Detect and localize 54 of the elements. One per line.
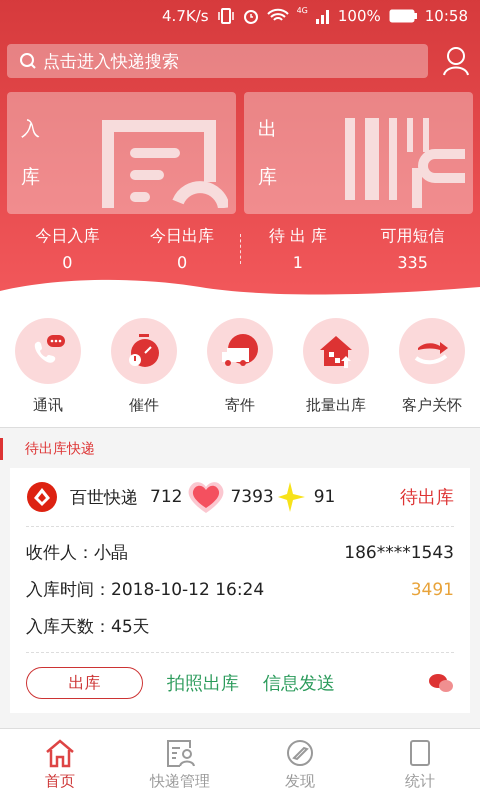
tile-label: 库 — [21, 165, 40, 190]
network-speed: 4.7K/s — [162, 7, 209, 25]
shortcut-label: 客户关怀 — [402, 396, 462, 415]
stat-label: 待 出 库 — [268, 226, 327, 247]
clock: 10:58 — [424, 7, 468, 25]
recipient-phone: 186****1543 — [344, 542, 454, 562]
stat-value: 0 — [62, 253, 72, 272]
battery-percent: 100% — [338, 7, 381, 25]
tracking-number: 91 — [314, 487, 336, 507]
heart-sticker-icon — [186, 480, 226, 514]
tracking-number: 712 — [150, 487, 182, 507]
tile-label: 库 — [258, 165, 277, 190]
stat-value: 0 — [177, 253, 188, 272]
home-icon — [44, 738, 76, 768]
shortcut-label: 批量出库 — [306, 396, 366, 415]
section-title: 待出库快递 — [0, 438, 480, 460]
action-link[interactable]: 拍照出库 — [167, 671, 239, 695]
action-link[interactable]: 信息发送 — [263, 671, 335, 695]
wechat-icon[interactable] — [428, 672, 454, 694]
search-placeholder: 点击进入快递搜索 — [43, 50, 179, 72]
nav-tab[interactable]: 发现 — [255, 738, 345, 791]
network-type: 4G — [296, 6, 308, 15]
stat-label: 可用短信 — [380, 226, 445, 247]
tile-label: 出 — [258, 117, 277, 142]
search-field[interactable]: 点击进入快递搜索 — [7, 44, 428, 78]
vibrate-icon — [216, 8, 235, 24]
tracking-number: 7393 — [230, 487, 274, 507]
battery-icon — [388, 9, 417, 23]
document-person-icon — [164, 738, 196, 768]
stat-value: 335 — [397, 253, 428, 272]
check-out-button[interactable]: 出库 — [26, 667, 143, 699]
nav-tab[interactable]: 首页 — [15, 738, 105, 791]
shortcut-label: 寄件 — [225, 396, 255, 415]
action-tile[interactable]: 出 库 — [244, 92, 473, 214]
storage-days: 入库天数：45天 — [26, 615, 150, 638]
action-tile[interactable]: 入 库 — [7, 92, 236, 214]
search-icon — [19, 52, 37, 70]
stat-value: 1 — [292, 253, 303, 272]
storage-time: 入库时间：2018-10-12 16:24 — [26, 579, 264, 601]
stat-label: 今日入库 — [35, 226, 100, 247]
tile-label: 入 — [21, 117, 40, 142]
user-icon[interactable] — [442, 46, 470, 76]
alarm-icon — [242, 8, 259, 24]
stat-label: 今日出库 — [150, 226, 214, 247]
recipient-name: 收件人：小晶 — [26, 542, 128, 564]
carrier-logo-icon — [26, 481, 58, 513]
nav-tab[interactable]: 统计 — [375, 738, 465, 791]
signal-icon — [316, 8, 330, 24]
pickup-code: 3491 — [410, 580, 454, 600]
parcel-status: 待出库 — [400, 486, 454, 509]
shortcut-label: 通讯 — [33, 396, 63, 415]
shortcut-label: 催件 — [129, 396, 159, 415]
carrier-name: 百世快递 — [70, 486, 138, 508]
nav-tab[interactable]: 快递管理 — [135, 738, 225, 791]
